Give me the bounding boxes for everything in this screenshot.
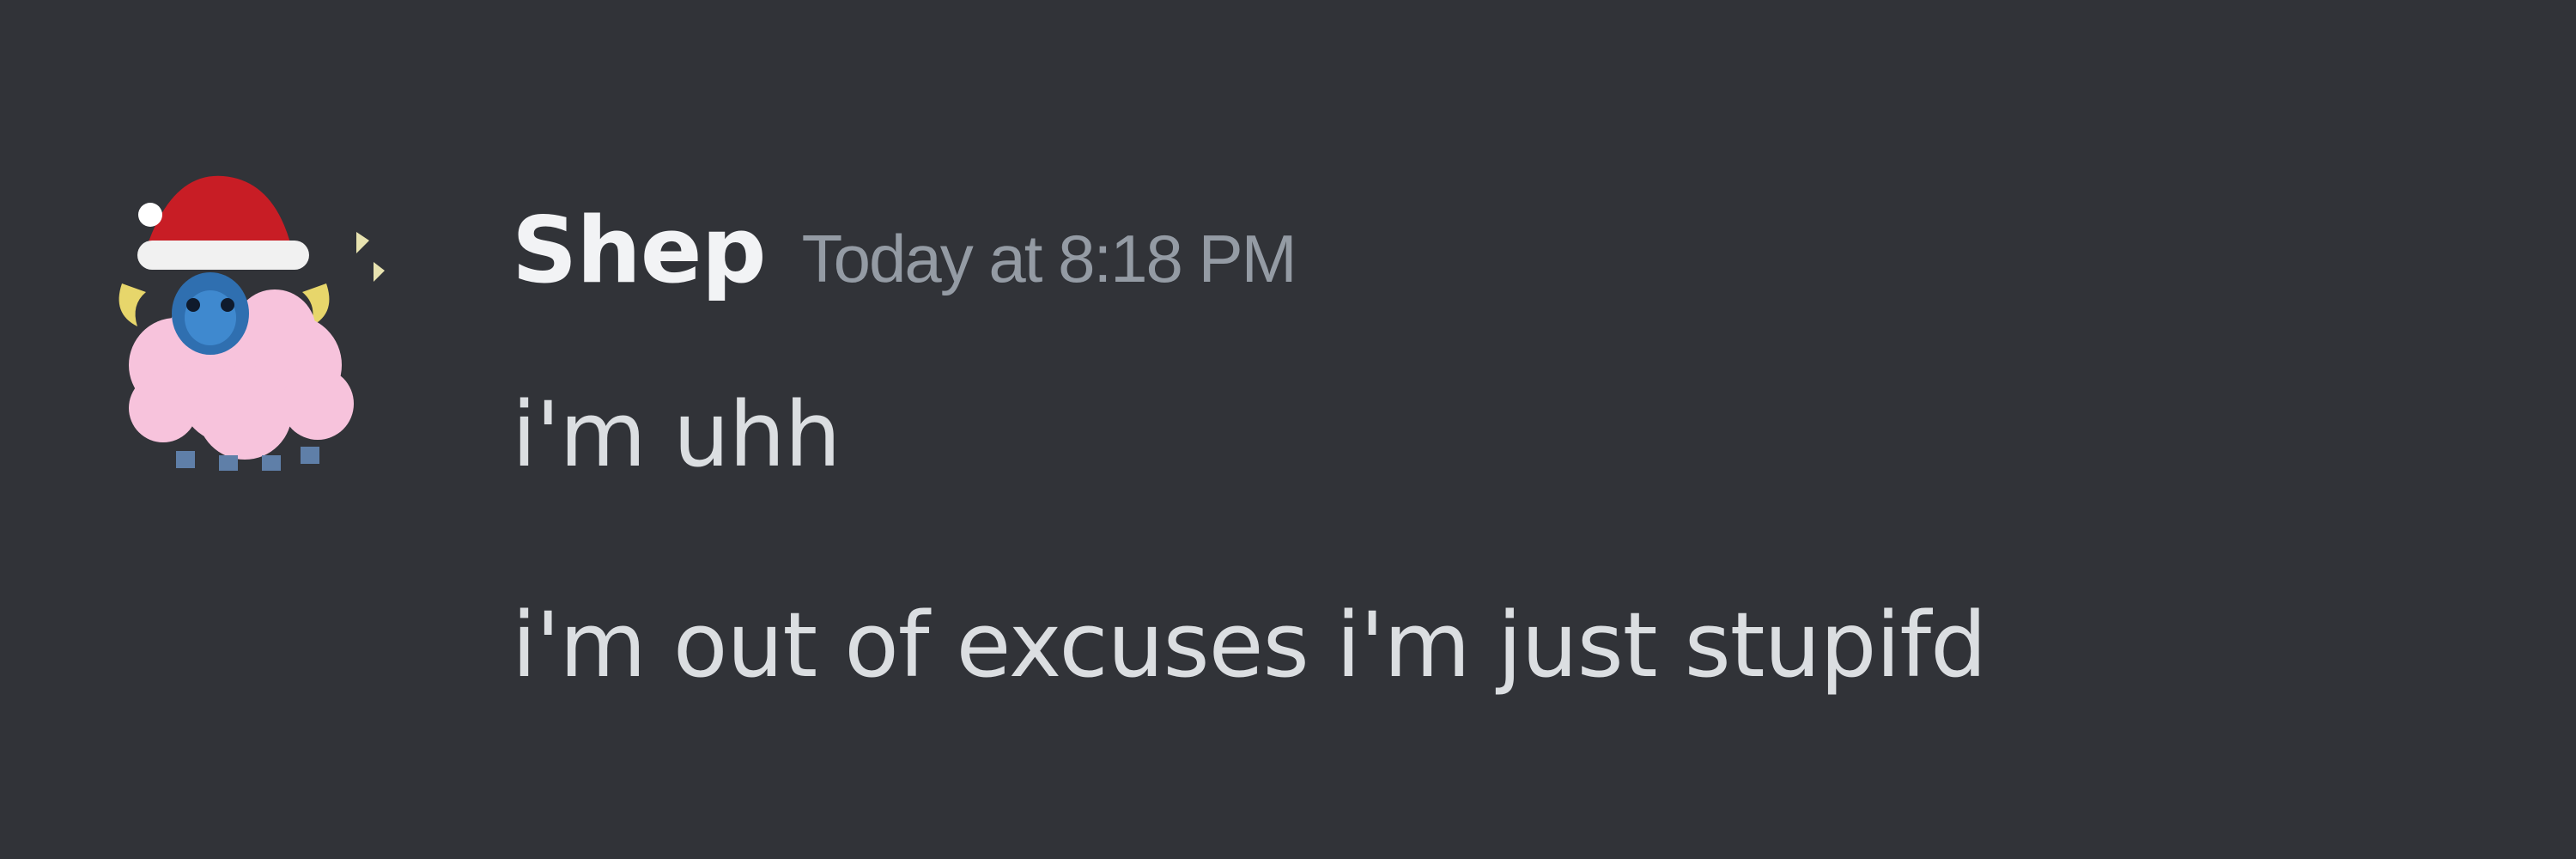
chat-view: Shep Today at 8:18 PM i'm uhh i'm out of… [0, 0, 2576, 859]
message-content-line: i'm out of excuses i'm just stupifd [512, 593, 1987, 698]
message-timestamp[interactable]: Today at 8:18 PM [802, 220, 1297, 298]
message-header: Shep Today at 8:18 PM [512, 198, 1297, 318]
sheep-avatar-icon [118, 175, 385, 471]
message-group: Shep Today at 8:18 PM i'm uhh i'm out of… [0, 0, 2576, 859]
avatar[interactable] [112, 155, 395, 472]
message-content-line: i'm uhh [512, 382, 841, 487]
author-username[interactable]: Shep [512, 198, 767, 303]
